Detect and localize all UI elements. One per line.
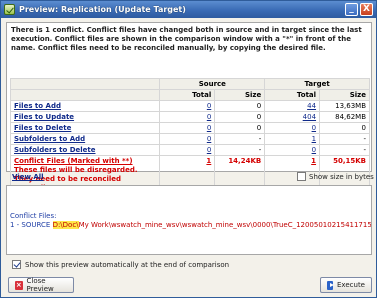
target-size-header: Size	[319, 89, 370, 101]
conflict-label-title[interactable]: Conflict Files (Marked with **)	[14, 157, 156, 166]
blank-subheader-cell	[9, 89, 161, 101]
group-header-row: Source Target	[9, 78, 370, 90]
target-size-cell: -	[319, 144, 370, 156]
row-label-files-to-update[interactable]: Files to Update	[9, 111, 161, 123]
row-label-subfolders-to-add[interactable]: Subfolders to Add	[9, 133, 161, 145]
source-size-cell: 0	[214, 122, 266, 134]
source-total-header: Total	[159, 89, 216, 101]
blank-header-cell	[9, 78, 161, 90]
preview-window: Preview: Replication (Update Target) _ X…	[0, 0, 377, 298]
table-row: Files to Add 0 0 44 13,63MB	[9, 100, 370, 112]
title-bar[interactable]: Preview: Replication (Update Target) _ X	[1, 1, 376, 18]
window-title: Preview: Replication (Update Target)	[19, 5, 186, 14]
auto-show-toggle[interactable]: Show this preview automatically at the e…	[12, 260, 229, 269]
target-size-cell: 84,62MB	[319, 111, 370, 123]
conflict-files-title: Conflict Files:	[10, 212, 57, 220]
target-total-cell[interactable]: 0	[264, 122, 321, 134]
conflict-file-drive: D:\Doc\	[52, 221, 79, 229]
auto-show-label: Show this preview automatically at the e…	[25, 260, 230, 269]
source-size-cell: 0	[214, 100, 266, 112]
execute-label: Execute	[337, 281, 365, 289]
target-total-cell[interactable]: 404	[264, 111, 321, 123]
table-row: Files to Update 0 0 404 84,62MB	[9, 111, 370, 123]
source-total-cell[interactable]: 0	[159, 144, 216, 156]
view-all-link[interactable]: View All	[12, 173, 44, 181]
target-total-cell[interactable]: 1	[264, 133, 321, 145]
conflict-files-panel[interactable]: Conflict Files: 1 - SOURCE D:\Doc\My Wor…	[6, 185, 372, 255]
target-size-cell: 13,63MB	[319, 100, 370, 112]
column-header-row: Total Size Total Size	[9, 89, 370, 101]
target-size-cell: 0	[319, 122, 370, 134]
source-size-header: Size	[214, 89, 266, 101]
close-preview-label: Close Preview	[26, 277, 54, 293]
minimize-button[interactable]: _	[345, 3, 358, 16]
close-preview-button[interactable]: × Close Preview	[8, 277, 74, 293]
execute-button[interactable]: Execute	[320, 277, 372, 293]
source-size-cell: 0	[214, 111, 266, 123]
conflict-file-entry[interactable]: 1 - SOURCE D:\Doc\My Work\wswatch_mine_w…	[10, 221, 372, 229]
execute-icon	[327, 280, 334, 290]
conflict-info-text: There is 1 conflict. Conflict files have…	[11, 26, 362, 52]
target-total-cell[interactable]: 0	[264, 144, 321, 156]
row-label-files-to-add[interactable]: Files to Add	[9, 100, 161, 112]
window-controls: _ X	[345, 3, 373, 16]
close-icon: ×	[15, 280, 23, 290]
source-header: Source	[159, 78, 266, 90]
target-size-cell: -	[319, 133, 370, 145]
source-size-cell: -	[214, 144, 266, 156]
auto-show-checkbox[interactable]	[12, 260, 21, 269]
app-check-icon	[4, 4, 15, 15]
show-size-in-bytes-checkbox[interactable]	[297, 172, 306, 181]
source-total-cell[interactable]: 0	[159, 100, 216, 112]
table-row: Subfolders to Add 0 - 1 -	[9, 133, 370, 145]
source-total-cell[interactable]: 0	[159, 122, 216, 134]
conflict-file-prefix: 1 - SOURCE	[10, 221, 53, 229]
table-row: Subfolders to Delete 0 - 0 -	[9, 144, 370, 156]
close-window-button[interactable]: X	[360, 3, 373, 16]
target-total-cell[interactable]: 44	[264, 100, 321, 112]
row-label-files-to-delete[interactable]: Files to Delete	[9, 122, 161, 134]
show-size-in-bytes-label: Show size in bytes	[309, 172, 374, 181]
conflict-file-path: My Work\wswatch_mine_wsv\wswatch_mine_ws…	[78, 221, 372, 229]
source-total-cell[interactable]: 0	[159, 133, 216, 145]
source-total-cell[interactable]: 0	[159, 111, 216, 123]
source-size-cell: -	[214, 133, 266, 145]
row-label-subfolders-to-delete[interactable]: Subfolders to Delete	[9, 144, 161, 156]
table-row: Files to Delete 0 0 0 0	[9, 122, 370, 134]
summary-panel: There is 1 conflict. Conflict files have…	[6, 22, 372, 194]
show-size-in-bytes-toggle[interactable]: Show size in bytes	[297, 172, 374, 181]
target-total-header: Total	[264, 89, 321, 101]
target-header: Target	[264, 78, 370, 90]
